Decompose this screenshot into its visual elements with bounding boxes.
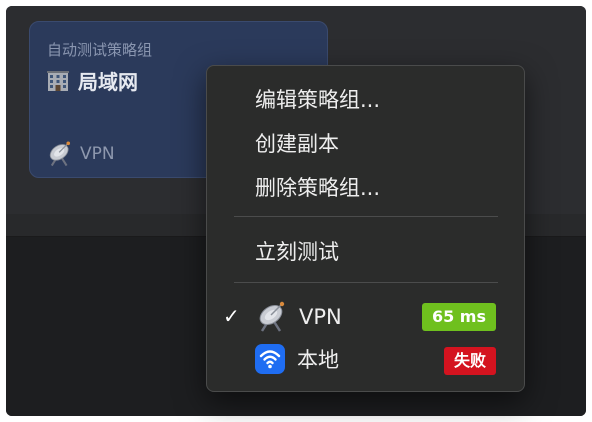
card-title: 局域网	[78, 70, 138, 94]
menu-item-duplicate[interactable]: 创建副本	[255, 128, 339, 158]
card-subtitle: 自动测试策略组	[47, 41, 153, 59]
wifi-icon	[255, 344, 285, 374]
menu-separator	[234, 282, 498, 283]
context-menu: 编辑策略组... 创建副本 删除策略组... 立刻测试 ✓ VPN 65 ms	[206, 65, 525, 392]
card-title-row: 局域网	[46, 66, 138, 95]
latency-badge: 65 ms	[421, 303, 496, 331]
menu-item-edit-group[interactable]: 编辑策略组...	[255, 84, 380, 114]
menu-item-test-now[interactable]: 立刻测试	[255, 236, 339, 266]
failure-badge: 失败	[443, 347, 496, 375]
building-icon	[46, 69, 70, 93]
menu-item-proxy-vpn[interactable]: VPN	[255, 300, 342, 334]
card-proxy-label: VPN	[80, 144, 115, 164]
menu-item-delete-group[interactable]: 删除策略组...	[255, 172, 380, 202]
proxy-name: VPN	[299, 305, 342, 329]
satellite-antenna-icon	[46, 140, 74, 168]
satellite-antenna-icon	[255, 300, 289, 334]
card-selected-proxy: VPN	[46, 140, 115, 168]
menu-item-proxy-local[interactable]: 本地	[255, 344, 339, 374]
checkmark-icon: ✓	[223, 304, 240, 328]
menu-separator	[234, 216, 498, 217]
proxy-name: 本地	[297, 348, 339, 372]
